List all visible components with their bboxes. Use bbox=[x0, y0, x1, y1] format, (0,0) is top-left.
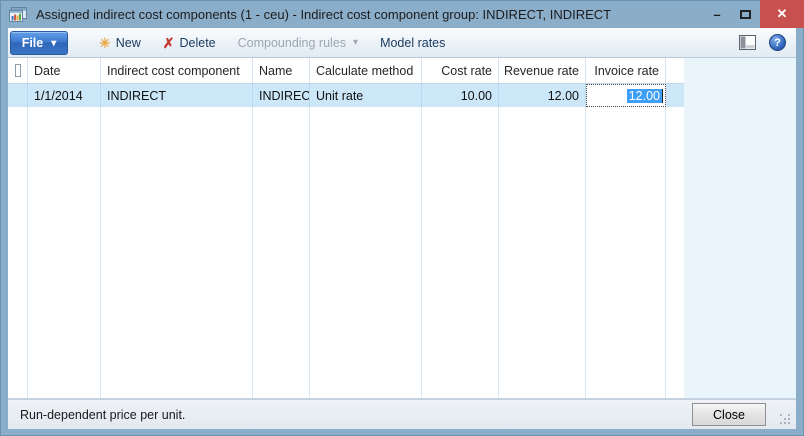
maximize-icon bbox=[740, 10, 751, 19]
model-rates-button[interactable]: Model rates bbox=[369, 31, 456, 55]
window: Assigned indirect cost components (1 - c… bbox=[0, 0, 804, 436]
delete-icon: ✗ bbox=[163, 36, 175, 50]
column-header-revenue-rate[interactable]: Revenue rate bbox=[499, 58, 586, 83]
column-header-indirect-cost-component[interactable]: Indirect cost component bbox=[101, 58, 253, 83]
delete-button[interactable]: ✗ Delete bbox=[152, 31, 227, 55]
column-header-calculate-method[interactable]: Calculate method bbox=[310, 58, 422, 83]
compounding-rules-label: Compounding rules bbox=[238, 36, 346, 50]
grid-header-row: Date Indirect cost component Name Calcul… bbox=[8, 58, 684, 84]
new-button[interactable]: ✳ New bbox=[88, 31, 152, 55]
panes-icon[interactable] bbox=[739, 35, 756, 50]
resize-grip[interactable] bbox=[780, 412, 792, 426]
window-title: Assigned indirect cost components (1 - c… bbox=[36, 7, 704, 22]
new-button-label: New bbox=[116, 36, 141, 50]
help-button[interactable]: ? bbox=[769, 34, 786, 51]
text-caret bbox=[662, 89, 663, 103]
maximize-button[interactable] bbox=[730, 0, 760, 28]
cell-revenue-rate[interactable]: 12.00 bbox=[499, 84, 586, 107]
chevron-down-icon: ▾ bbox=[353, 37, 358, 48]
toolbar: File ▾ ✳ New ✗ Delete Compounding rules … bbox=[8, 28, 796, 58]
minimize-icon: – bbox=[713, 7, 720, 22]
content-area: Date Indirect cost component Name Calcul… bbox=[8, 58, 796, 399]
column-header-date[interactable]: Date bbox=[28, 58, 101, 83]
help-icon: ? bbox=[774, 37, 781, 49]
cell-indirect-cost-component[interactable]: INDIRECT bbox=[101, 84, 253, 107]
column-header-invoice-rate[interactable]: Invoice rate bbox=[586, 58, 666, 83]
file-menu-button[interactable]: File ▾ bbox=[10, 31, 68, 55]
select-all-checkbox[interactable] bbox=[15, 64, 21, 77]
column-header-name[interactable]: Name bbox=[253, 58, 310, 83]
column-header-cost-rate[interactable]: Cost rate bbox=[422, 58, 499, 83]
cell-name[interactable]: INDIRECT bbox=[253, 84, 310, 107]
close-icon: ✕ bbox=[777, 6, 788, 22]
row-gutter[interactable] bbox=[8, 84, 28, 107]
new-icon: ✳ bbox=[99, 36, 111, 50]
compounding-rules-button: Compounding rules ▾ bbox=[227, 31, 369, 55]
app-icon bbox=[9, 7, 27, 22]
minimize-button[interactable]: – bbox=[704, 0, 730, 28]
delete-button-label: Delete bbox=[179, 36, 215, 50]
row-filler bbox=[666, 84, 684, 107]
close-window-button[interactable]: ✕ bbox=[760, 0, 804, 28]
file-menu-label: File bbox=[22, 36, 44, 50]
statusbar: Run-dependent price per unit. Close bbox=[8, 399, 796, 429]
header-filler bbox=[666, 58, 684, 83]
table-row[interactable]: 1/1/2014 INDIRECT INDIRECT Unit rate 10.… bbox=[8, 84, 684, 107]
cell-cost-rate[interactable]: 10.00 bbox=[422, 84, 499, 107]
cell-date[interactable]: 1/1/2014 bbox=[28, 84, 101, 107]
cell-calculate-method[interactable]: Unit rate bbox=[310, 84, 422, 107]
form-background bbox=[684, 58, 796, 399]
status-message: Run-dependent price per unit. bbox=[20, 408, 185, 422]
grid: Date Indirect cost component Name Calcul… bbox=[8, 58, 684, 399]
header-gutter bbox=[8, 58, 28, 83]
model-rates-label: Model rates bbox=[380, 36, 445, 50]
selected-text: 12.00 bbox=[627, 89, 662, 103]
toolbar-right: ? bbox=[739, 34, 794, 51]
close-button[interactable]: Close bbox=[692, 403, 766, 426]
chevron-down-icon: ▾ bbox=[51, 38, 56, 49]
cell-invoice-rate-editing[interactable]: 12.00 bbox=[586, 84, 666, 107]
titlebar[interactable]: Assigned indirect cost components (1 - c… bbox=[0, 0, 804, 28]
grid-empty-area[interactable] bbox=[8, 107, 684, 398]
